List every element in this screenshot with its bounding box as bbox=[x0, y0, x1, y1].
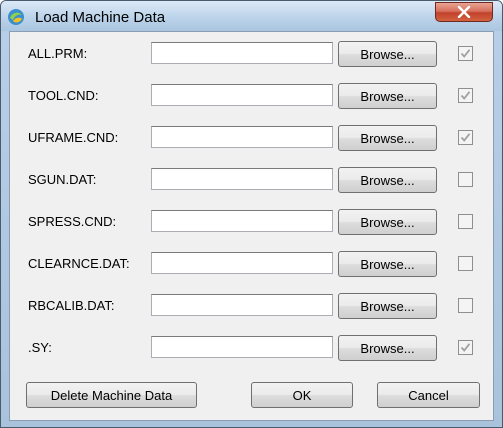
include-checkbox[interactable] bbox=[458, 172, 473, 187]
app-icon bbox=[8, 9, 24, 25]
file-label: ALL.PRM: bbox=[28, 46, 88, 61]
include-checkbox[interactable] bbox=[458, 130, 473, 145]
browse-button[interactable]: Browse... bbox=[338, 167, 437, 193]
close-button[interactable] bbox=[435, 2, 493, 22]
window-title: Load Machine Data bbox=[35, 9, 166, 26]
include-checkbox[interactable] bbox=[458, 340, 473, 355]
include-checkbox[interactable] bbox=[458, 256, 473, 271]
title-bar[interactable]: Load Machine Data bbox=[1, 1, 502, 31]
file-row: CLEARNCE.DAT: Browse... bbox=[10, 251, 493, 277]
file-row: UFRAME.CND: Browse... bbox=[10, 125, 493, 151]
file-label: TOOL.CND: bbox=[28, 88, 99, 103]
file-row: TOOL.CND: Browse... bbox=[10, 83, 493, 109]
delete-machine-data-button[interactable]: Delete Machine Data bbox=[26, 382, 197, 408]
browse-button[interactable]: Browse... bbox=[338, 41, 437, 67]
file-row: .SY: Browse... bbox=[10, 335, 493, 361]
checkmark-icon bbox=[460, 49, 471, 58]
include-checkbox[interactable] bbox=[458, 214, 473, 229]
browse-button[interactable]: Browse... bbox=[338, 251, 437, 277]
ok-button[interactable]: OK bbox=[251, 382, 353, 408]
checkmark-icon bbox=[460, 133, 471, 142]
checkmark-icon bbox=[460, 343, 471, 352]
file-path-input[interactable] bbox=[151, 42, 333, 64]
file-row: ALL.PRM: Browse... bbox=[10, 41, 493, 67]
checkmark-icon bbox=[460, 91, 471, 100]
file-label: .SY: bbox=[28, 340, 52, 355]
include-checkbox[interactable] bbox=[458, 46, 473, 61]
cancel-button[interactable]: Cancel bbox=[377, 382, 480, 408]
include-checkbox[interactable] bbox=[458, 298, 473, 313]
file-label: CLEARNCE.DAT: bbox=[28, 256, 130, 271]
browse-button[interactable]: Browse... bbox=[338, 209, 437, 235]
file-label: UFRAME.CND: bbox=[28, 130, 119, 145]
file-path-input[interactable] bbox=[151, 210, 333, 232]
file-path-input[interactable] bbox=[151, 336, 333, 358]
browse-button[interactable]: Browse... bbox=[338, 125, 437, 151]
file-path-input[interactable] bbox=[151, 294, 333, 316]
file-label: RBCALIB.DAT: bbox=[28, 298, 115, 313]
file-row: RBCALIB.DAT: Browse... bbox=[10, 293, 493, 319]
file-row: SGUN.DAT: Browse... bbox=[10, 167, 493, 193]
file-label: SPRESS.CND: bbox=[28, 214, 117, 229]
browse-button[interactable]: Browse... bbox=[338, 83, 437, 109]
browse-button[interactable]: Browse... bbox=[338, 335, 437, 361]
dialog-client-area: ALL.PRM: Browse... TOOL.CND: Browse... UFRAM… bbox=[9, 31, 494, 421]
include-checkbox[interactable] bbox=[458, 88, 473, 103]
file-path-input[interactable] bbox=[151, 126, 333, 148]
close-icon bbox=[457, 6, 471, 18]
file-path-input[interactable] bbox=[151, 252, 333, 274]
file-path-input[interactable] bbox=[151, 168, 333, 190]
browse-button[interactable]: Browse... bbox=[338, 293, 437, 319]
file-path-input[interactable] bbox=[151, 84, 333, 106]
file-row: SPRESS.CND: Browse... bbox=[10, 209, 493, 235]
file-label: SGUN.DAT: bbox=[28, 172, 97, 187]
dialog-window: Load Machine Data ALL.PRM: Browse... TOOL.… bbox=[0, 0, 503, 428]
